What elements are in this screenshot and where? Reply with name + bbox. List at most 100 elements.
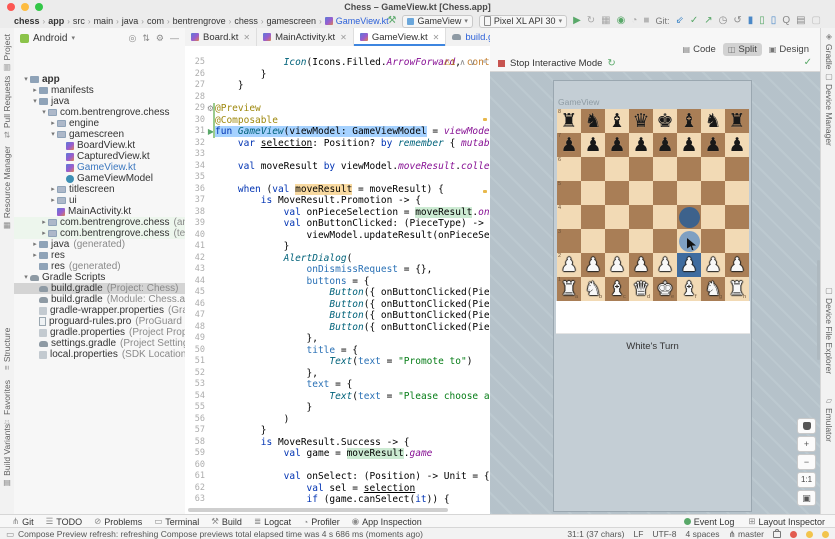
chess-piece-bp-h7[interactable]: ♟	[725, 133, 749, 157]
code-line[interactable]: 30@Composable	[185, 115, 490, 127]
tree-item-build-gradle[interactable]: build.gradle(Project: Chess)	[14, 283, 185, 294]
code-line[interactable]: 43 onDismissRequest = {},	[185, 264, 490, 276]
chess-piece-wb-f1[interactable]: ♝	[677, 277, 701, 301]
board-square-b3[interactable]	[581, 229, 605, 253]
board-square-d3[interactable]	[629, 229, 653, 253]
board-square-c3[interactable]	[605, 229, 629, 253]
toolbar-icon[interactable]: ↺	[733, 14, 741, 28]
zoom-100-button[interactable]: 1:1	[797, 472, 816, 488]
board-square-c4[interactable]	[605, 205, 629, 229]
breadcrumb-item[interactable]: bentrengrove	[173, 16, 226, 26]
preview-scrollbar[interactable]	[817, 260, 820, 360]
board-square-e5[interactable]	[653, 181, 677, 205]
project-header-icon[interactable]: —	[170, 33, 179, 43]
breadcrumb-item[interactable]: main	[94, 16, 114, 26]
tree-chevron-icon[interactable]: ▾	[49, 129, 57, 140]
tree-chevron-icon[interactable]: ▸	[31, 85, 39, 96]
code-line[interactable]: 32 var selection: Position? by remember …	[185, 138, 490, 150]
tree-chevron-icon[interactable]: ▾	[22, 74, 30, 85]
refresh-icon[interactable]: ↻	[607, 58, 615, 69]
project-view-selector[interactable]: Android	[33, 33, 67, 44]
tree-item-engine[interactable]: ▸engine	[14, 118, 185, 129]
chess-piece-bb-f8[interactable]: ♝	[677, 109, 701, 133]
chess-piece-wn-g1[interactable]: ♞	[701, 277, 725, 301]
tree-item-mainactivity-kt[interactable]: MainActivity.kt	[14, 206, 185, 217]
breadcrumb-item[interactable]: app	[48, 16, 64, 26]
toolbar-icon[interactable]: ■	[643, 14, 649, 28]
close-tab-icon[interactable]: ✕	[340, 33, 347, 42]
code-editor[interactable]: 25 Icon(Icons.Filled.ArrowForward, conte…	[185, 46, 490, 519]
code-line[interactable]: 36 when (val moveResult = moveResult) {	[185, 184, 490, 196]
caret-position[interactable]: 31:1 (37 chars)	[567, 529, 624, 539]
board-square-b5[interactable]	[581, 181, 605, 205]
editor-gutter[interactable]: 36	[185, 184, 215, 196]
editor-tab-board-kt[interactable]: Board.kt✕	[185, 28, 257, 46]
toolbar-icon[interactable]: ▢	[812, 14, 821, 28]
chess-board[interactable]: 87654321abcdefgh♜♞♝♛♚♝♞♜♟♟♟♟♟♟♟♟♟♟♟♟♟♟♟♟…	[557, 109, 749, 301]
indent-setting[interactable]: 4 spaces	[686, 529, 720, 539]
editor-gutter[interactable]: 57	[185, 425, 215, 437]
editor-gutter[interactable]: 40	[185, 230, 215, 242]
editor-gutter[interactable]: 47	[185, 310, 215, 322]
tree-item-titlescreen[interactable]: ▸titlescreen	[14, 184, 185, 195]
editor-gutter[interactable]: 38	[185, 207, 215, 219]
project-view-header[interactable]: Android ▾ ◎⇅⚙—	[14, 28, 185, 48]
chess-piece-wp-e2[interactable]: ♟	[653, 253, 677, 277]
board-square-g5[interactable]	[701, 181, 725, 205]
editor-tab-mainactivity-kt[interactable]: MainActivity.kt✕	[257, 28, 354, 46]
code-line[interactable]: 61 val onSelect: (Position) -> Unit = { …	[185, 471, 490, 483]
board-square-e6[interactable]	[653, 157, 677, 181]
editor-gutter[interactable]: 50	[185, 345, 215, 357]
stop-interactive-mode-button[interactable]: Stop Interactive Mode	[510, 58, 602, 69]
board-square-g4[interactable]	[701, 205, 725, 229]
tree-item-settings-gradle[interactable]: settings.gradle(Project Settings)	[14, 338, 185, 349]
board-square-h4[interactable]	[725, 205, 749, 229]
breadcrumb-item[interactable]: GameView.kt	[325, 16, 389, 26]
lock-icon[interactable]	[773, 531, 781, 538]
code-line[interactable]: 27 }	[185, 80, 490, 92]
chess-piece-wr-h1[interactable]: ♜	[725, 277, 749, 301]
project-header-icon[interactable]: ⇅	[142, 33, 150, 43]
pan-tool-button[interactable]	[797, 418, 816, 434]
tree-item-local-properties[interactable]: local.properties(SDK Location)	[14, 349, 185, 360]
code-line[interactable]: 29⚙@Preview	[185, 103, 490, 115]
status-message[interactable]: Compose Preview refresh: refreshing Comp…	[18, 529, 423, 539]
editor-horizontal-scrollbar[interactable]	[188, 508, 448, 512]
breadcrumb-item[interactable]: chess	[234, 16, 258, 26]
code-line[interactable]: 53 text = {	[185, 379, 490, 391]
breadcrumb-item[interactable]: com	[147, 16, 164, 26]
code-line[interactable]: 26 }	[185, 69, 490, 81]
status-indicator-dot[interactable]	[806, 531, 813, 538]
zoom-in-button[interactable]: +	[797, 436, 816, 452]
code-line[interactable]: 28	[185, 92, 490, 104]
tool-window-button-project[interactable]: ▥Project	[2, 34, 12, 72]
code-line[interactable]: 33	[185, 149, 490, 161]
editor-gutter[interactable]: 42	[185, 253, 215, 265]
code-line[interactable]: 47 Button({ onButtonClicked(PieceType.Kn…	[185, 310, 490, 322]
chess-piece-wp-h2[interactable]: ♟	[725, 253, 749, 277]
editor-gutter[interactable]: 62	[185, 483, 215, 495]
chess-piece-wp-a2[interactable]: ♟	[557, 253, 581, 277]
code-line[interactable]: 42 AlertDialog(	[185, 253, 490, 265]
tree-item-gameviewmodel[interactable]: GameViewModel	[14, 173, 185, 184]
tree-item-com-bentrengrove-chess[interactable]: ▸com.bentrengrove.chess(androidTest)	[14, 217, 185, 228]
chess-piece-bk-e8[interactable]: ♚	[653, 109, 677, 133]
board-square-e3[interactable]	[653, 229, 677, 253]
chess-piece-bp-f7[interactable]: ♟	[677, 133, 701, 157]
code-line[interactable]: 38 val onPieceSelection = moveResult.onP…	[185, 207, 490, 219]
editor-tab-build-gradle-chess-[interactable]: build.gradle (Chess)✕	[446, 28, 490, 46]
code-line[interactable]: 37 is MoveResult.Promotion -> {	[185, 195, 490, 207]
code-line[interactable]: 60	[185, 460, 490, 472]
code-line[interactable]: 39 val onButtonClicked: (PieceType) -> U…	[185, 218, 490, 230]
editor-gutter[interactable]: 59	[185, 448, 215, 460]
tree-chevron-icon[interactable]: ▸	[49, 118, 57, 129]
editor-gutter[interactable]: 33	[185, 149, 215, 161]
editor-gutter[interactable]: 61	[185, 471, 215, 483]
editor-gutter[interactable]: 60	[185, 460, 215, 472]
code-line[interactable]: 52 },	[185, 368, 490, 380]
breadcrumb-item[interactable]: chess	[14, 16, 40, 26]
code-line[interactable]: 41 }	[185, 241, 490, 253]
preview-canvas[interactable]: GameView 87654321abcdefgh♜♞♝♛♚♝♞♜♟♟♟♟♟♟♟…	[490, 72, 820, 514]
code-line[interactable]: 55 }	[185, 402, 490, 414]
toolbar-icon[interactable]: ✓	[690, 14, 698, 28]
